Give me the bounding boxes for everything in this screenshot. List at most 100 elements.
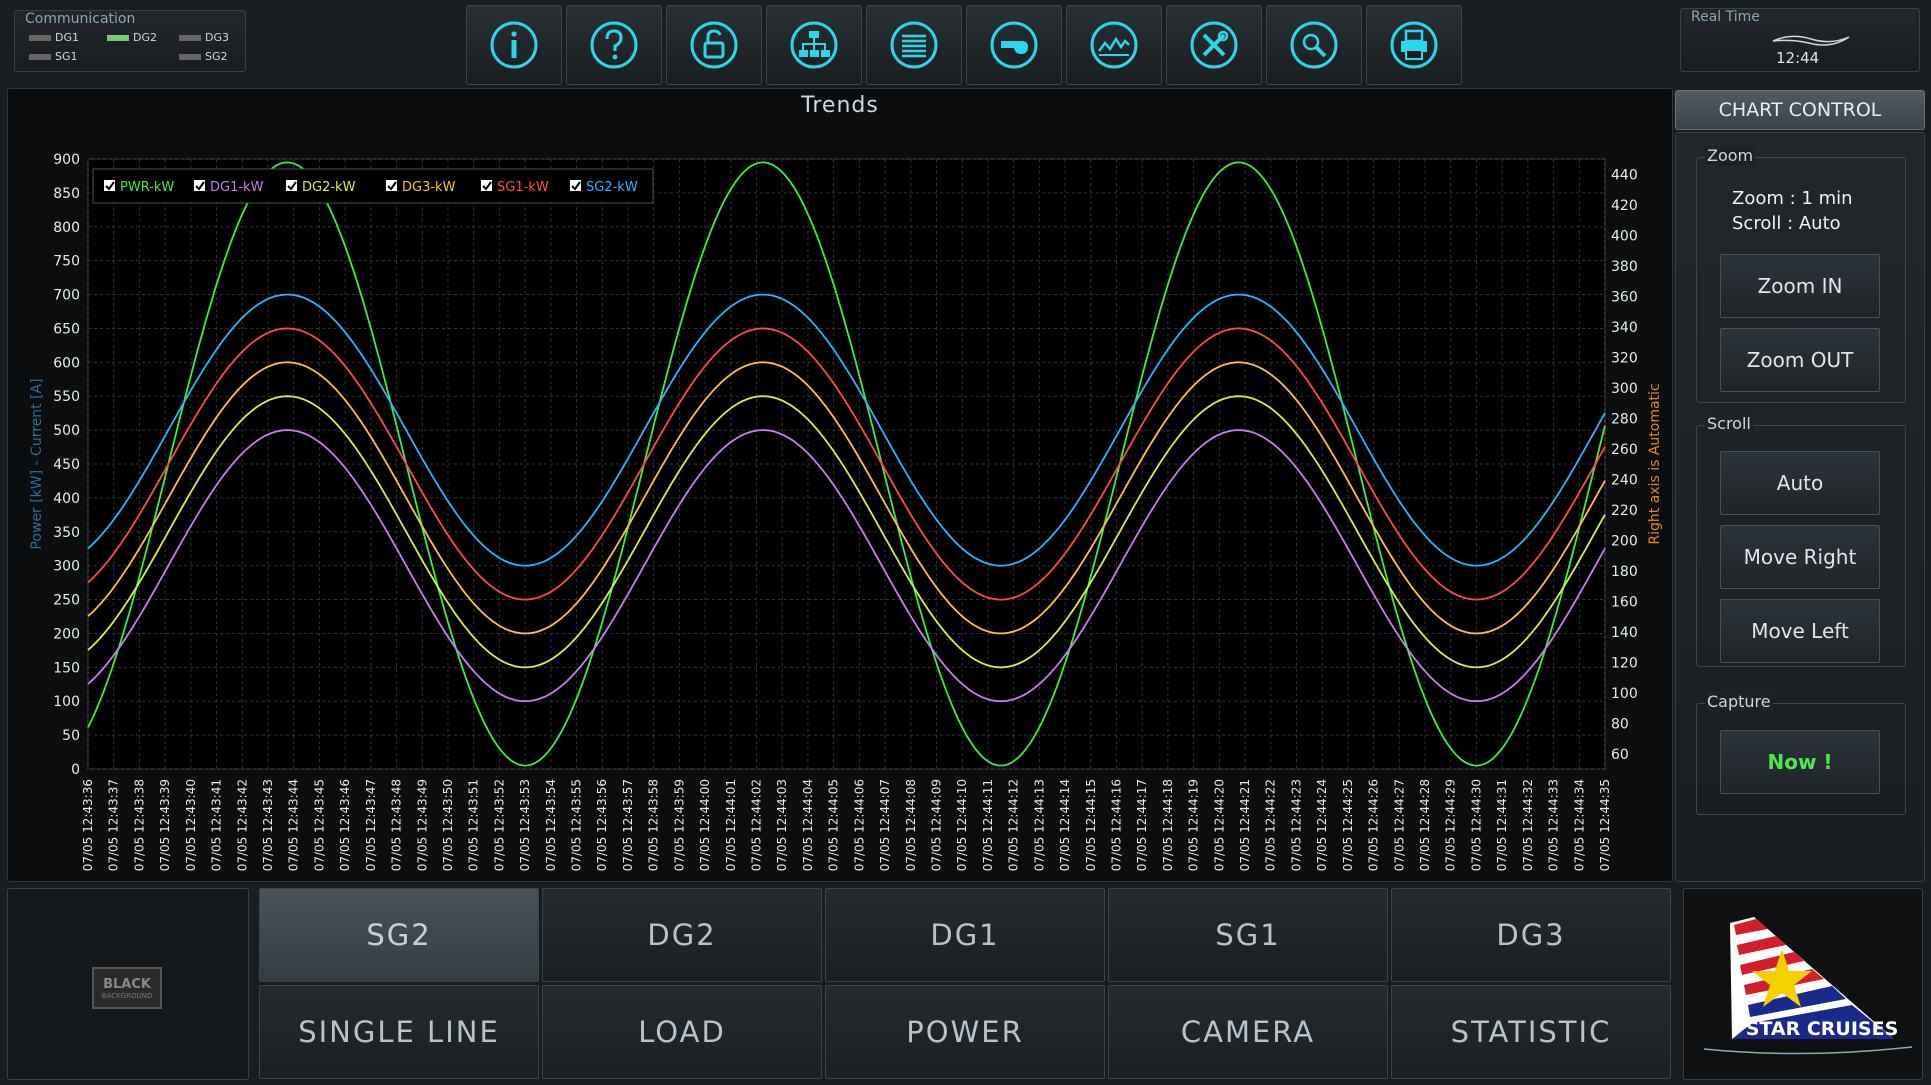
- x-tick-label: 07/05 12:44:09: [929, 779, 943, 871]
- x-tick-label: 07/05 12:44:26: [1367, 779, 1381, 871]
- y2-tick-label: 380: [1611, 259, 1638, 275]
- realtime-panel: Real Time 12:44: [1680, 8, 1920, 72]
- x-tick-label: 07/05 12:43:48: [390, 779, 404, 871]
- login-button[interactable]: [666, 5, 762, 85]
- nav-sg2[interactable]: SG2: [259, 888, 539, 982]
- y-tick-label: 300: [53, 559, 80, 575]
- y-tick-label: 900: [53, 152, 80, 168]
- x-tick-label: 07/05 12:44:03: [775, 779, 789, 871]
- x-tick-label: 07/05 12:44:05: [827, 779, 841, 871]
- unlock-icon: [690, 21, 738, 69]
- move-left-button[interactable]: Move Left: [1720, 599, 1880, 663]
- communication-title: Communication: [25, 11, 136, 27]
- y-tick-label: 0: [71, 762, 80, 778]
- x-tick-label: 07/05 12:43:39: [158, 779, 172, 871]
- legend-label: SG1-kW: [497, 180, 549, 195]
- nav-single-line[interactable]: SINGLE LINE: [259, 985, 539, 1079]
- y-tick-label: 250: [53, 593, 80, 609]
- trend-chart[interactable]: 0 50 100 150 200 250 300 350 400 450 500 550 600 650 7…: [8, 89, 1674, 883]
- help-button[interactable]: [566, 5, 662, 85]
- zoom-in-button[interactable]: Zoom IN: [1720, 254, 1880, 318]
- x-tick-label: 07/05 12:43:57: [621, 779, 635, 871]
- settings-button[interactable]: [1166, 5, 1262, 85]
- x-tick-label: 07/05 12:44:27: [1392, 779, 1406, 871]
- y2-tick-label: 100: [1611, 686, 1638, 702]
- x-tick-label: 07/05 12:44:11: [981, 779, 995, 871]
- zoom-out-button[interactable]: Zoom OUT: [1720, 328, 1880, 392]
- x-tick-label: 07/05 12:44:32: [1521, 779, 1535, 871]
- y2-tick-label: 340: [1611, 320, 1638, 336]
- realtime-clock: 12:44: [1776, 49, 1820, 67]
- y-tick-label: 650: [53, 321, 80, 337]
- x-tick-label: 07/05 12:44:25: [1341, 779, 1355, 871]
- nav-statistic[interactable]: STATISTIC: [1391, 985, 1671, 1079]
- network-button[interactable]: [766, 5, 862, 85]
- nav-load[interactable]: LOAD: [542, 985, 822, 1079]
- x-tick-label: 07/05 12:44:22: [1264, 779, 1278, 871]
- nav-dg2[interactable]: DG2: [542, 888, 822, 982]
- y-tick-label: 450: [53, 457, 80, 473]
- x-tick-label: 07/05 12:44:01: [724, 779, 738, 871]
- search-button[interactable]: [1266, 5, 1362, 85]
- x-tick-label: 07/05 12:44:24: [1315, 779, 1329, 871]
- x-tick-label: 07/05 12:43:41: [210, 779, 224, 871]
- y2-tick-label: 80: [1611, 716, 1629, 732]
- x-tick-label: 07/05 12:44:34: [1572, 779, 1586, 871]
- nav-dg1[interactable]: DG1: [825, 888, 1105, 982]
- realtime-title: Real Time: [1691, 9, 1760, 25]
- background-toggle-button[interactable]: BLACK BACKGROUND: [92, 967, 162, 1009]
- x-tick-label: 07/05 12:44:28: [1418, 779, 1432, 871]
- capture-group: Capture Now !: [1696, 692, 1906, 815]
- brand-name: STAR CRUISES: [1746, 1018, 1899, 1040]
- help-icon: [590, 21, 638, 69]
- x-tick-label: 07/05 12:44:14: [1058, 779, 1072, 871]
- network-icon: [790, 21, 838, 69]
- legend-label: SG2-kW: [586, 180, 638, 195]
- trends-button[interactable]: [1066, 5, 1162, 85]
- star-cruises-logo: STAR CRUISES: [1703, 917, 1913, 1055]
- print-button[interactable]: [1366, 5, 1462, 85]
- status-led: [29, 53, 51, 60]
- comm-status-dg2: DG2: [107, 31, 157, 44]
- comm-status-dg3: DG3: [179, 31, 229, 44]
- nav-dg3[interactable]: DG3: [1391, 888, 1671, 982]
- x-tick-label: 07/05 12:43:36: [81, 779, 95, 871]
- trend-chart-panel: Trends 0 50 100 150 200 250 300 350 400 450 500 550…: [7, 88, 1673, 882]
- chart-control-panel: Zoom Zoom : 1 min Scroll : Auto Zoom IN …: [1675, 132, 1925, 882]
- background-toggle-sublabel: BACKGROUND: [101, 991, 153, 1000]
- whistle-icon: [990, 21, 1038, 69]
- x-tick-label: 07/05 12:44:07: [878, 779, 892, 871]
- x-tick-label: 07/05 12:43:44: [287, 779, 301, 871]
- x-tick-label: 07/05 12:44:00: [698, 779, 712, 871]
- realtime-logo: [1772, 35, 1850, 46]
- horn-button[interactable]: [966, 5, 1062, 85]
- y2-tick-label: 260: [1611, 442, 1638, 458]
- x-tick-label: 07/05 12:43:38: [132, 779, 146, 871]
- capture-now-button[interactable]: Now !: [1720, 730, 1880, 794]
- x-tick-label: 07/05 12:43:42: [235, 779, 249, 871]
- nav-sg1[interactable]: SG1: [1108, 888, 1388, 982]
- comm-status-dg1: DG1: [29, 31, 79, 44]
- y-tick-label: 100: [53, 694, 80, 710]
- x-tick-label: 07/05 12:44:30: [1469, 779, 1483, 871]
- alarm-list-button[interactable]: [866, 5, 962, 85]
- nav-power[interactable]: POWER: [825, 985, 1105, 1079]
- x-tick-label: 07/05 12:43:45: [312, 779, 326, 871]
- printer-icon: [1390, 21, 1438, 69]
- comm-status-sg2: SG2: [179, 50, 228, 63]
- x-tick-label: 07/05 12:44:23: [1289, 779, 1303, 871]
- y2-tick-label: 220: [1611, 503, 1638, 519]
- info-button[interactable]: [466, 5, 562, 85]
- x-tick-label: 07/05 12:44:08: [904, 779, 918, 871]
- move-right-button[interactable]: Move Right: [1720, 525, 1880, 589]
- background-toggle-panel: BLACK BACKGROUND: [7, 888, 249, 1080]
- background-toggle-label: BLACK: [103, 976, 151, 992]
- nav-camera[interactable]: CAMERA: [1108, 985, 1388, 1079]
- y-tick-label: 850: [53, 186, 80, 202]
- brand-panel: STAR CRUISES: [1683, 888, 1923, 1080]
- x-tick-label: 07/05 12:44:31: [1495, 779, 1509, 871]
- scroll-auto-button[interactable]: Auto: [1720, 451, 1880, 515]
- zoom-group-title: Zoom: [1705, 146, 1756, 165]
- x-tick-label: 07/05 12:44:29: [1444, 779, 1458, 871]
- x-tick-label: 07/05 12:43:55: [570, 779, 584, 871]
